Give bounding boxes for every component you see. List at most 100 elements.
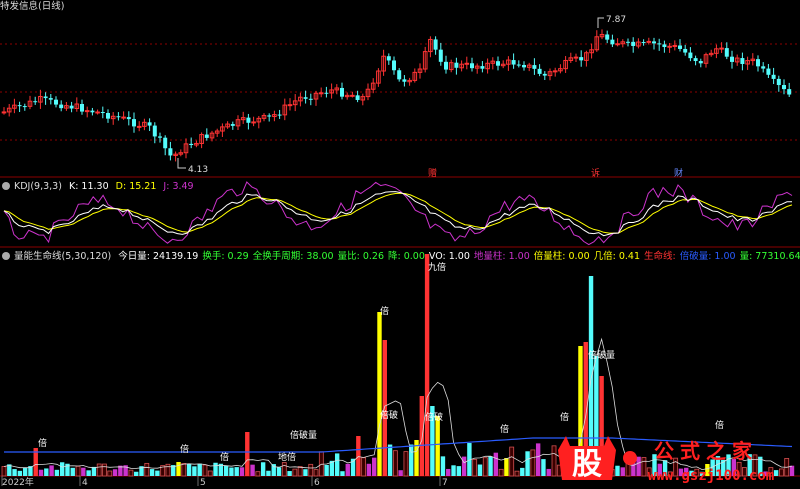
candle-body-up: [719, 47, 724, 50]
volume-bar: [223, 465, 229, 476]
candle-body-down: [662, 44, 667, 48]
candle-body-down: [683, 48, 688, 53]
volume-bar: [504, 458, 509, 476]
candle-body-down: [522, 65, 526, 68]
volume-bar: [403, 451, 409, 477]
candle-body-down: [69, 105, 74, 109]
volume-settings-icon[interactable]: [2, 252, 10, 260]
volume-bar: [70, 467, 75, 476]
candle-body-down: [402, 79, 407, 82]
candle-body-down: [605, 34, 610, 40]
volume-signal-label: 倍: [715, 419, 724, 431]
volume-bar: [493, 452, 499, 476]
candle-body-up: [667, 45, 672, 48]
volume-bar: [477, 464, 483, 476]
candle-body-down: [470, 63, 474, 69]
volume-stat-5: VO: 1.00: [428, 251, 470, 262]
volume-bar: [287, 471, 292, 476]
volume-bar: [165, 463, 171, 477]
volume-signal-label: 倍: [38, 437, 47, 449]
kdj-settings-icon[interactable]: [2, 182, 10, 190]
volume-bar: [96, 463, 102, 477]
volume-bar: [345, 463, 350, 476]
candle-body-down: [308, 98, 313, 100]
candle-body-up: [672, 44, 678, 47]
volume-bar: [54, 469, 60, 476]
candle-body-down: [698, 61, 703, 64]
volume-signal-label: 倍破量: [588, 349, 615, 361]
volume-bar: [86, 470, 91, 476]
volume-bar: [112, 469, 118, 476]
candle-body-down: [771, 74, 776, 79]
candle-body-down: [652, 41, 656, 44]
volume-bar: [266, 470, 271, 476]
candle-body-up: [552, 70, 558, 73]
volume-bar: [313, 469, 319, 477]
volume-stat-7: 倍量柱: 0.00: [533, 251, 590, 262]
candle-body-down: [132, 119, 136, 127]
candle-body-down: [537, 68, 542, 74]
volume-bar: [245, 432, 250, 476]
volume-signal-label: 倍: [180, 443, 189, 455]
volume-signal-label: 倍: [380, 305, 389, 317]
volume-bar: [372, 457, 377, 476]
high-marker-line: [597, 17, 604, 28]
candle-body-down: [631, 41, 636, 47]
volume-bar: [255, 471, 261, 477]
volume-bar: [424, 254, 430, 476]
volume-bar: [461, 456, 467, 476]
volume-bar: [303, 469, 308, 476]
low-marker-line: [177, 158, 186, 169]
volume-signal-label: 倍破量: [290, 429, 317, 441]
volume-bar: [440, 456, 446, 476]
volume-bar: [392, 450, 398, 477]
candlestick-chart[interactable]: 7.87 4.13 赠 诉 财: [0, 0, 800, 178]
candle-body-down: [787, 89, 792, 95]
kdj-name: KDJ(9,3,3): [14, 181, 62, 192]
candle-body-down: [17, 105, 22, 107]
logo-glyph: 股: [572, 447, 602, 482]
volume-stat-0: 今日量: 24139.19: [118, 251, 199, 262]
volume-bar: [75, 465, 81, 477]
volume-bar: [356, 436, 361, 476]
candle-body-down: [761, 66, 766, 69]
candle-body-down: [324, 92, 329, 94]
volume-bar: [49, 465, 54, 476]
watermark-logo: 股 公式之家 www.gszj100.com: [556, 432, 800, 489]
volume-stat-10: 倍破量: 1.00: [679, 251, 736, 262]
volume-bar: [197, 463, 202, 476]
volume-bar: [482, 457, 488, 477]
volume-bar: [281, 462, 287, 477]
candle-body-down: [163, 137, 168, 149]
volume-bar: [546, 468, 551, 476]
candle-body-down: [126, 117, 131, 120]
candle-body-up: [646, 40, 652, 43]
candle-body-down: [246, 117, 251, 123]
x-axis-label: 2022年: [2, 476, 34, 488]
volume-bar: [128, 469, 134, 477]
volume-bar: [340, 471, 345, 476]
logo-text: 公式之家: [654, 439, 758, 463]
volume-bar: [509, 446, 515, 477]
volume-bar: [202, 464, 208, 477]
volume-bar: [207, 470, 213, 477]
candle-body-down: [610, 39, 615, 45]
candle-body-down: [303, 97, 308, 99]
volume-signal-label: 地倍: [278, 451, 296, 463]
candle-body-down: [740, 58, 745, 64]
candle-body-down: [43, 96, 48, 99]
candle-body-up: [121, 116, 126, 119]
logo-url: www.gszj100.com: [648, 468, 774, 484]
candle-body-up: [1, 111, 7, 114]
volume-bar: [419, 396, 424, 476]
candle-body-down: [756, 59, 760, 67]
candle-body-down: [340, 87, 344, 97]
candle-body-down: [22, 106, 27, 108]
volume-stat-3: 量比: 0.26: [337, 251, 384, 262]
candle-body-up: [84, 110, 90, 113]
candle-body-down: [204, 134, 209, 138]
candle-body-up: [350, 94, 355, 97]
volume-bar: [91, 466, 97, 476]
candle-body-down: [116, 116, 121, 118]
volume-bar: [181, 463, 187, 477]
